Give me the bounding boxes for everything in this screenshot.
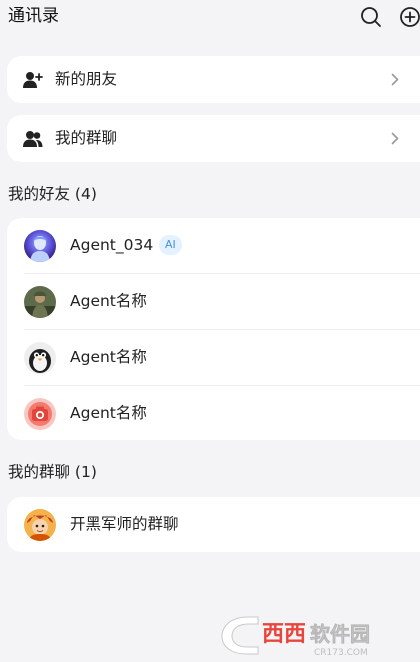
my-groups-label: 我的群聊 [55,129,118,147]
friend-row[interactable]: Agent名称 [7,386,420,441]
group-name: 开黑军师的群聊 [70,515,179,533]
friend-name: Agent名称 [70,292,147,310]
svg-text:软件园: 软件园 [310,622,370,646]
friend-name: Agent_034 [70,236,154,254]
new-friends-entry[interactable]: 新的朋友 [7,56,420,103]
search-button[interactable] [359,5,383,29]
game-hero-avatar [24,509,56,541]
chevron-right-icon [389,130,401,146]
group-row[interactable]: 开黑军师的群聊 [7,497,420,552]
page-title: 通讯录 [8,6,59,26]
groups-list: 开黑军师的群聊 [7,497,420,552]
friend-row[interactable]: Agent名称 [7,274,420,329]
people-icon [23,129,43,149]
blue-portrait-avatar [24,230,56,262]
camera-avatar [24,398,56,430]
soldier-avatar [24,286,56,318]
svg-text:CR173.COM: CR173.COM [314,648,368,658]
groups-section-title: 我的群聊 (1) [8,463,97,481]
contacts-page: 通讯录 新的朋友 我的群聊 我的好友 (4) Agent_034 AI Agen… [0,0,420,662]
my-groups-entry[interactable]: 我的群聊 [7,115,420,162]
friend-row[interactable]: Agent名称 [7,330,420,385]
search-icon [361,7,381,27]
svg-text:西西: 西西 [262,622,306,647]
friend-name: Agent名称 [70,404,147,422]
add-user-icon [23,70,43,90]
add-button[interactable] [398,5,420,29]
chevron-right-icon [389,71,401,87]
friend-name: Agent名称 [70,348,147,366]
watermark-logo: 西西 软件园 CR173.COM [218,611,418,659]
friends-section-title: 我的好友 (4) [8,185,97,203]
add-circle-icon [400,7,420,27]
header: 通讯录 [0,0,420,40]
new-friends-label: 新的朋友 [55,70,118,88]
friend-row[interactable]: Agent_034 AI [7,218,420,273]
ai-badge: AI [159,235,182,255]
friends-list: Agent_034 AI Agent名称 Agent名称 Agent名称 [7,218,420,440]
penguin-avatar [24,342,56,374]
